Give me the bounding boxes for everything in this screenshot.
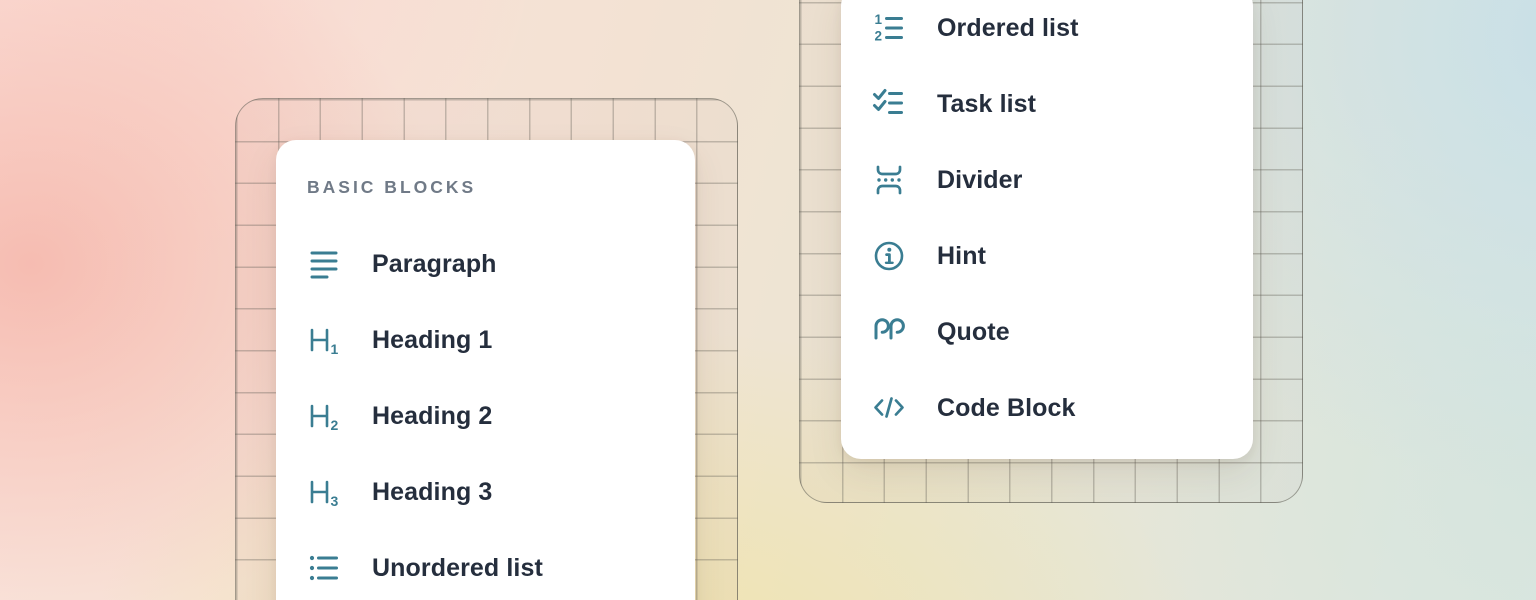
menu-item-unordered-list[interactable]: Unordered list: [276, 530, 695, 600]
divider-icon: [872, 163, 906, 197]
menu-item-label: Heading 2: [372, 402, 492, 431]
unordered-list-icon: [307, 551, 341, 585]
code-block-icon: [872, 391, 906, 425]
menu-item-label: Divider: [937, 166, 1022, 195]
menu-item-heading-1[interactable]: 1 Heading 1: [276, 302, 695, 378]
menu-item-label: Heading 3: [372, 478, 492, 507]
svg-text:1: 1: [331, 341, 339, 357]
menu-item-label: Quote: [937, 318, 1010, 347]
menu-item-divider[interactable]: Divider: [841, 142, 1253, 218]
paragraph-icon: [307, 247, 341, 281]
menu-item-hint[interactable]: Hint: [841, 218, 1253, 294]
menu-item-heading-2[interactable]: 2 Heading 2: [276, 378, 695, 454]
menu-item-label: Hint: [937, 242, 986, 271]
menu-item-label: Unordered list: [372, 554, 543, 583]
quote-icon: [872, 315, 906, 349]
menu-item-label: Code Block: [937, 394, 1076, 423]
menu-item-ordered-list[interactable]: 1 2 Ordered list: [841, 0, 1253, 66]
section-label: BASIC BLOCKS: [307, 176, 695, 198]
menu-item-label: Ordered list: [937, 14, 1079, 43]
menu-item-heading-3[interactable]: 3 Heading 3: [276, 454, 695, 530]
background-gradient: BASIC BLOCKS Paragraph 1 Heading 1: [0, 0, 1536, 600]
menu-item-paragraph[interactable]: Paragraph: [276, 226, 695, 302]
menu-item-label: Task list: [937, 90, 1036, 119]
heading-2-icon: 2: [307, 399, 341, 433]
ordered-list-icon: 1 2: [872, 11, 906, 45]
menu-item-task-list[interactable]: Task list: [841, 66, 1253, 142]
heading-1-icon: 1: [307, 323, 341, 357]
svg-text:1: 1: [875, 12, 883, 27]
insert-blocks-menu: 1 2 Ordered list Task list: [841, 0, 1253, 459]
task-list-icon: [872, 87, 906, 121]
svg-text:3: 3: [331, 493, 339, 509]
svg-text:2: 2: [875, 29, 883, 44]
basic-blocks-menu: BASIC BLOCKS Paragraph 1 Heading 1: [276, 140, 695, 600]
heading-3-icon: 3: [307, 475, 341, 509]
svg-text:2: 2: [331, 417, 339, 433]
hint-icon: [872, 239, 906, 273]
menu-item-label: Heading 1: [372, 326, 492, 355]
menu-item-quote[interactable]: Quote: [841, 294, 1253, 370]
menu-item-label: Paragraph: [372, 250, 497, 279]
menu-item-code-block[interactable]: Code Block: [841, 370, 1253, 446]
